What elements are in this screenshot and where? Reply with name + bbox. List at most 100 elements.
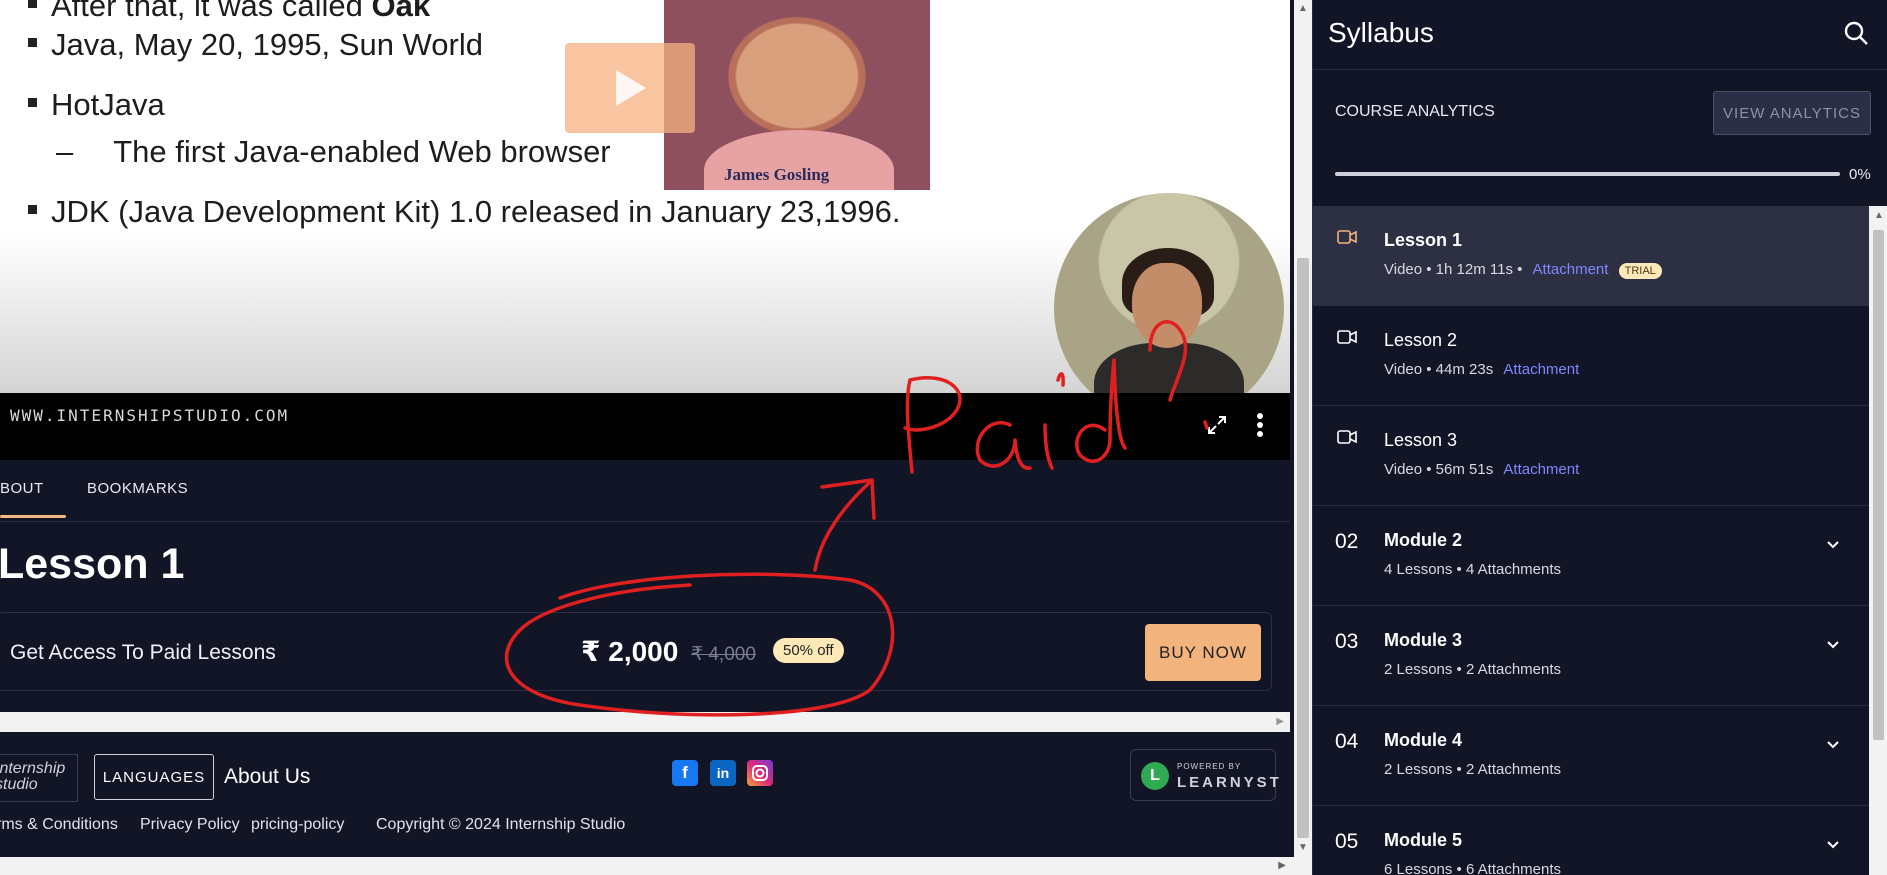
- learnyst-logo-icon: L: [1141, 762, 1169, 790]
- active-tab-indicator: [0, 515, 66, 518]
- scroll-up-icon[interactable]: ▲: [1874, 210, 1884, 221]
- lesson-duration: Video • 1h 12m 11s •: [1384, 261, 1523, 278]
- pricing-policy-link[interactable]: pricing-policy: [251, 816, 344, 834]
- trial-badge: TRIAL: [1618, 263, 1662, 279]
- module-title: Module 5: [1384, 830, 1463, 850]
- lesson-title: Lesson 2: [1384, 330, 1458, 350]
- attachment-link[interactable]: Attachment: [1533, 261, 1609, 278]
- slide-line-1: After that, it was called Oak: [28, 0, 430, 24]
- video-player[interactable]: After that, it was called Oak Java, May …: [0, 0, 1290, 460]
- copyright-text: Copyright © 2024 Internship Studio: [376, 816, 626, 833]
- module-item[interactable]: 02 Module 2 4 Lessons • 4 Attachments: [1313, 506, 1869, 606]
- scroll-down-icon[interactable]: ▼: [1298, 842, 1308, 853]
- lesson-item[interactable]: Lesson 2 Video • 44m 23s Attachment: [1313, 306, 1869, 406]
- module-item[interactable]: 05 Module 5 6 Lessons • 6 Attachments: [1313, 806, 1869, 875]
- fullscreen-icon: [1208, 416, 1226, 434]
- module-title: Module 4: [1384, 730, 1463, 750]
- scrollbar-thumb[interactable]: [1297, 258, 1309, 838]
- module-number: 05: [1335, 830, 1359, 853]
- lesson-item[interactable]: Lesson 3 Video • 56m 51s Attachment: [1313, 406, 1869, 506]
- lesson-meta: Video • 44m 23s Attachment: [1384, 361, 1579, 378]
- purchase-card: Get Access To Paid Lessons ₹ 2,000 ₹ 4,0…: [0, 612, 1272, 691]
- chevron-down-icon[interactable]: [1825, 836, 1841, 852]
- slide-line-2: Java, May 20, 1995, Sun World: [28, 27, 483, 63]
- module-meta: 2 Lessons • 2 Attachments: [1384, 661, 1562, 678]
- buy-now-button[interactable]: BUY NOW: [1145, 624, 1261, 681]
- lesson-meta: Video • 56m 51s Attachment: [1384, 461, 1579, 478]
- terms-link[interactable]: rms & Conditions: [0, 816, 118, 834]
- languages-button[interactable]: LANGUAGES: [94, 754, 214, 800]
- linkedin-link[interactable]: in: [710, 760, 736, 786]
- slide-line-4: – The first Java-enabled Web browser: [56, 134, 611, 169]
- instagram-icon: [752, 765, 768, 781]
- video-camera-icon: [1337, 430, 1357, 444]
- app-root: After that, it was called Oak Java, May …: [0, 0, 1887, 875]
- slide-line-5: JDK (Java Development Kit) 1.0 released …: [28, 194, 901, 230]
- play-button[interactable]: [565, 43, 695, 133]
- tab-about[interactable]: BOUT: [0, 480, 44, 497]
- scroll-right-icon[interactable]: ▶: [1276, 716, 1284, 727]
- fullscreen-button[interactable]: [1203, 411, 1231, 439]
- photo-caption: James Gosling: [724, 165, 830, 184]
- syllabus-list: Lesson 1 Video • 1h 12m 11s • Attachment…: [1313, 206, 1869, 875]
- course-progress-bar: [1335, 172, 1840, 176]
- module-item[interactable]: 03 Module 3 2 Lessons • 2 Attachments: [1313, 606, 1869, 706]
- about-us-link[interactable]: About Us: [224, 765, 310, 789]
- scroll-right-icon[interactable]: ▶: [1278, 860, 1286, 871]
- attachment-link[interactable]: Attachment: [1503, 461, 1579, 478]
- course-analytics-label: COURSE ANALYTICS: [1335, 103, 1495, 120]
- module-item[interactable]: 04 Module 4 2 Lessons • 2 Attachments: [1313, 706, 1869, 806]
- sidebar-scrollbar[interactable]: ▲: [1869, 206, 1887, 875]
- module-meta: 4 Lessons • 4 Attachments: [1384, 561, 1562, 578]
- chevron-down-icon[interactable]: [1825, 536, 1841, 552]
- content-vertical-scrollbar[interactable]: ▲ ▼: [1294, 0, 1312, 875]
- course-progress-percent: 0%: [1849, 166, 1871, 183]
- lesson-tabs: BOUT BOOKMARKS: [0, 460, 1290, 522]
- sidebar-title: Syllabus: [1328, 17, 1434, 48]
- privacy-policy-link[interactable]: Privacy Policy: [140, 816, 240, 834]
- lesson-title: Lesson 1: [0, 540, 185, 588]
- video-watermark: WWW.INTERNSHIPSTUDIO.COM: [10, 406, 290, 425]
- page-footer: Internship studio LANGUAGES About Us f i…: [0, 732, 1290, 857]
- content-horizontal-scrollbar[interactable]: ▶: [0, 712, 1290, 732]
- sidebar-header: Syllabus: [1313, 0, 1887, 70]
- main-content: After that, it was called Oak Java, May …: [0, 0, 1294, 875]
- scroll-up-icon[interactable]: ▲: [1298, 3, 1308, 14]
- lesson-title: Lesson 1: [1384, 230, 1463, 250]
- tab-bookmarks[interactable]: BOOKMARKS: [87, 480, 188, 497]
- learnyst-brand: LEARNYST: [1177, 774, 1282, 791]
- module-meta: 2 Lessons • 2 Attachments: [1384, 761, 1562, 778]
- page-horizontal-scrollbar[interactable]: ▶: [0, 857, 1294, 875]
- lesson-item[interactable]: Lesson 1 Video • 1h 12m 11s • Attachment…: [1313, 206, 1869, 306]
- facebook-icon: f: [682, 763, 688, 782]
- original-price: ₹ 4,000: [691, 644, 756, 665]
- powered-by-label: POWERED BY: [1177, 762, 1242, 771]
- view-analytics-button[interactable]: VIEW ANALYTICS: [1713, 91, 1871, 135]
- facebook-link[interactable]: f: [672, 760, 698, 786]
- play-icon: [616, 70, 646, 106]
- powered-by-learnyst[interactable]: L POWERED BY LEARNYST: [1130, 749, 1279, 801]
- chevron-down-icon[interactable]: [1825, 736, 1841, 752]
- scrollbar-thumb[interactable]: [1873, 230, 1884, 740]
- module-number: 02: [1335, 530, 1359, 553]
- portrait-photo: James Gosling: [664, 0, 930, 190]
- video-camera-icon: [1337, 330, 1357, 344]
- syllabus-sidebar: Syllabus COURSE ANALYTICS VIEW ANALYTICS…: [1312, 0, 1887, 875]
- search-button[interactable]: [1843, 20, 1871, 48]
- chevron-down-icon[interactable]: [1825, 636, 1841, 652]
- more-vertical-icon: [1257, 413, 1263, 437]
- linkedin-icon: in: [716, 765, 730, 781]
- current-price: ₹ 2,000: [581, 636, 679, 667]
- lesson-duration: Video • 44m 23s: [1384, 361, 1494, 378]
- search-icon: [1844, 21, 1868, 45]
- more-options-button[interactable]: [1246, 411, 1274, 439]
- video-camera-icon: [1337, 230, 1357, 244]
- course-analytics: COURSE ANALYTICS VIEW ANALYTICS 0%: [1313, 70, 1887, 205]
- attachment-link[interactable]: Attachment: [1503, 361, 1579, 378]
- purchase-text: Get Access To Paid Lessons: [10, 641, 276, 664]
- site-logo[interactable]: Internship studio: [0, 754, 78, 802]
- lesson-duration: Video • 56m 51s: [1384, 461, 1494, 478]
- module-meta: 6 Lessons • 6 Attachments: [1384, 861, 1562, 875]
- instagram-link[interactable]: [747, 760, 773, 786]
- video-control-bar: WWW.INTERNSHIPSTUDIO.COM: [0, 393, 1290, 460]
